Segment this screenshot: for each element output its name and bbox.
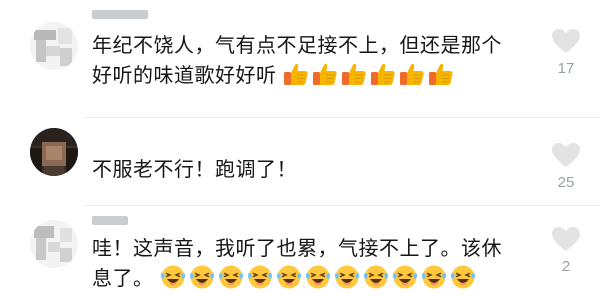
comment-text-segment: 好听的味道歌好好听 bbox=[92, 63, 277, 87]
comment-text: 年纪不饶人，气有点不足接不上，但还是那个 好听的味道歌好好听 bbox=[92, 30, 532, 90]
avatar-blurred-image bbox=[30, 22, 78, 70]
laughing-crying-icon bbox=[219, 265, 244, 289]
laughing-crying-icon bbox=[335, 265, 360, 289]
avatar-photo bbox=[30, 128, 78, 176]
heart-icon bbox=[552, 29, 580, 53]
comment-text: 不服老不行！跑调了！ bbox=[92, 154, 532, 184]
like-count: 2 bbox=[561, 258, 571, 275]
comment-list: 年纪不饶人，气有点不足接不上，但还是那个 好听的味道歌好好听 17 不服老不行！… bbox=[0, 0, 600, 297]
thumbs-up-icon bbox=[371, 63, 395, 85]
comment-text-segment: 息了。 bbox=[92, 266, 154, 290]
like-control[interactable]: 17 bbox=[546, 28, 586, 77]
thumbs-up-icon bbox=[342, 63, 366, 85]
avatar[interactable] bbox=[30, 220, 78, 268]
laughing-crying-icon bbox=[422, 265, 447, 289]
comment-text-line: 息了。 bbox=[92, 263, 532, 293]
like-control[interactable]: 2 bbox=[546, 226, 586, 275]
comment-item: 哇！这声音，我听了也累，气接不上了。该休 息了。 2 bbox=[0, 206, 600, 297]
username-redacted[interactable] bbox=[92, 216, 128, 225]
avatar[interactable] bbox=[30, 128, 78, 176]
laughing-crying-icon bbox=[364, 265, 389, 289]
avatar[interactable] bbox=[30, 22, 78, 70]
like-control[interactable]: 25 bbox=[546, 142, 586, 191]
thumbs-up-icon bbox=[313, 63, 337, 85]
heart-icon bbox=[552, 227, 580, 251]
laughing-crying-icon bbox=[161, 265, 186, 289]
heart-icon bbox=[552, 143, 580, 167]
laughing-crying-icon bbox=[451, 265, 476, 289]
thumbs-up-icon bbox=[429, 63, 453, 85]
thumbs-up-icon bbox=[400, 63, 424, 85]
like-count: 25 bbox=[557, 174, 575, 191]
laughing-crying-icon bbox=[190, 265, 215, 289]
comment-text-line: 不服老不行！跑调了！ bbox=[92, 157, 297, 181]
comment-item: 年纪不饶人，气有点不足接不上，但还是那个 好听的味道歌好好听 17 bbox=[0, 0, 600, 118]
comment-text: 哇！这声音，我听了也累，气接不上了。该休 息了。 bbox=[92, 233, 532, 293]
comment-text-line: 年纪不饶人，气有点不足接不上，但还是那个 bbox=[92, 33, 502, 57]
comment-item: 不服老不行！跑调了！ 25 bbox=[0, 118, 600, 206]
comment-text-line: 哇！这声音，我听了也累，气接不上了。该休 bbox=[92, 236, 502, 260]
reaction-emojis bbox=[160, 265, 479, 290]
laughing-crying-icon bbox=[393, 265, 418, 289]
laughing-crying-icon bbox=[306, 265, 331, 289]
laughing-crying-icon bbox=[248, 265, 273, 289]
reaction-emojis bbox=[283, 63, 457, 87]
laughing-crying-icon bbox=[277, 265, 302, 289]
thumbs-up-icon bbox=[284, 63, 308, 85]
username-redacted[interactable] bbox=[92, 10, 148, 19]
like-count: 17 bbox=[557, 60, 575, 77]
avatar-blurred-image bbox=[30, 220, 78, 268]
comment-text-line: 好听的味道歌好好听 bbox=[92, 60, 532, 90]
